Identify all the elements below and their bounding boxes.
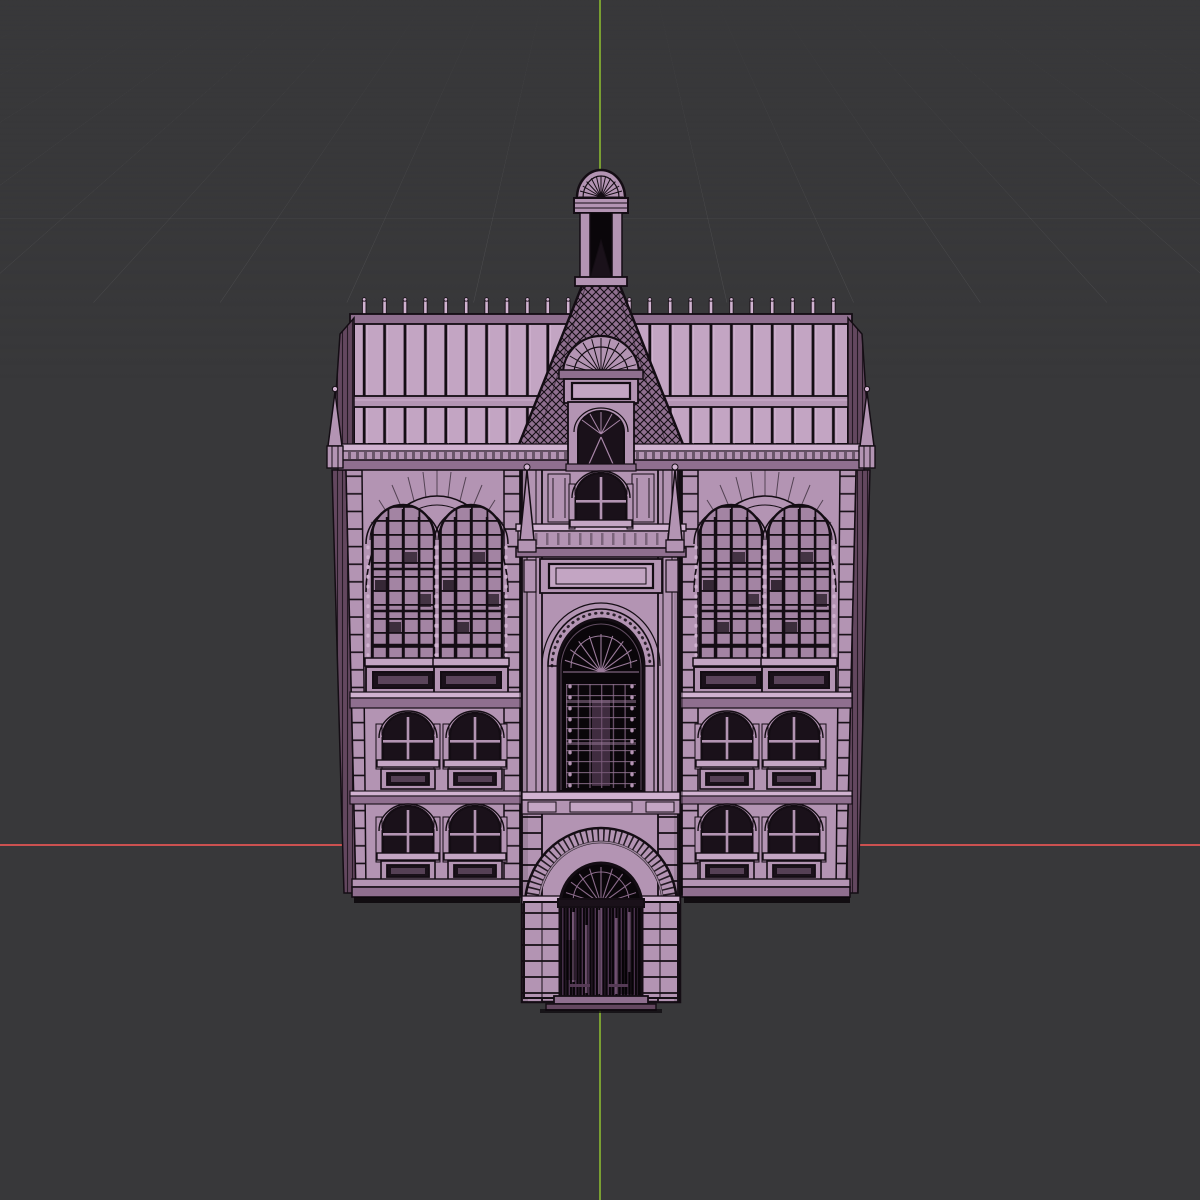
tower-small-window bbox=[548, 471, 654, 529]
dormer bbox=[559, 336, 643, 471]
building-model[interactable] bbox=[322, 158, 882, 1014]
cupola bbox=[574, 170, 628, 286]
wing-right bbox=[680, 470, 870, 903]
tower bbox=[516, 450, 686, 1013]
great-arch-window bbox=[542, 603, 660, 792]
wing-left bbox=[332, 470, 522, 903]
door bbox=[562, 908, 640, 996]
viewport-3d[interactable] bbox=[0, 0, 1200, 1200]
